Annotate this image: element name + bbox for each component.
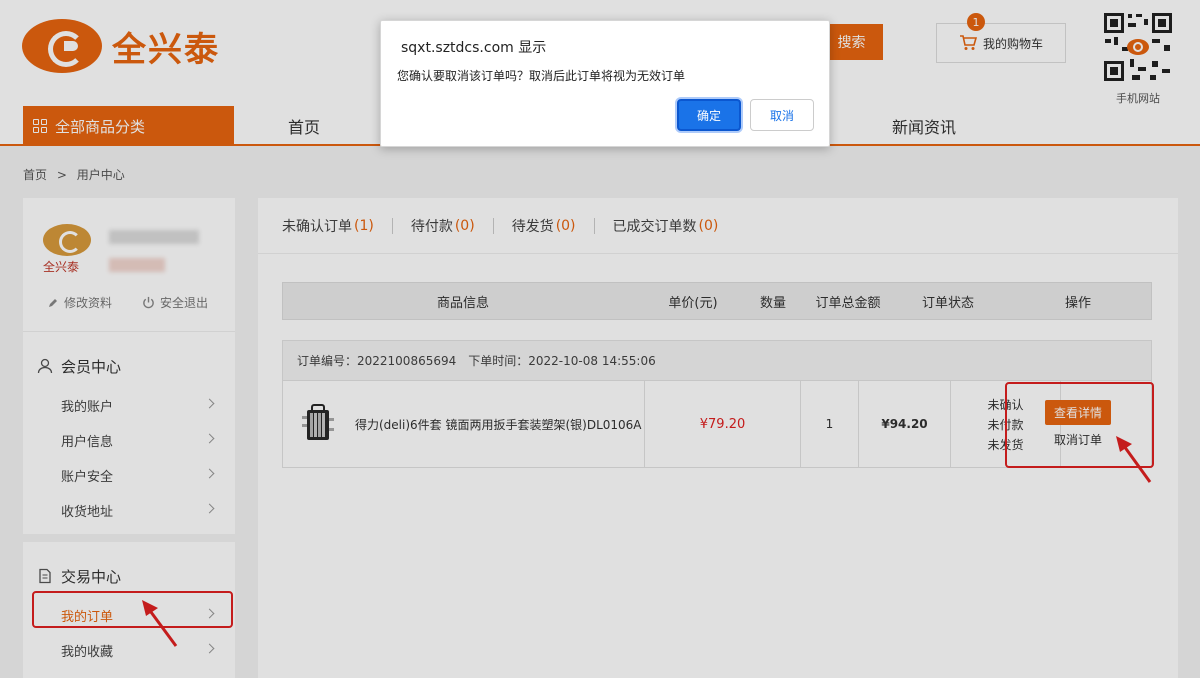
dialog-title: sqxt.sztdcs.com 显示 [401,40,547,56]
confirm-ok-button[interactable]: 确定 [677,99,741,131]
confirm-cancel-button[interactable]: 取消 [750,99,814,131]
confirm-dialog: sqxt.sztdcs.com 显示 您确认要取消该订单吗？取消后此订单将视为无… [380,20,830,147]
dialog-message: 您确认要取消该订单吗？取消后此订单将视为无效订单 [397,69,686,83]
